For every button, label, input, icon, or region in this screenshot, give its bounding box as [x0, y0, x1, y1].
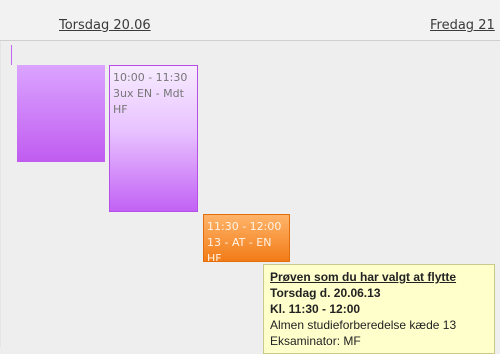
event-department: HF	[113, 103, 128, 116]
event-time: 10:00 - 11:30	[113, 71, 188, 84]
day-header-thursday[interactable]: Torsdag 20.06	[59, 18, 151, 33]
day-header-friday[interactable]: Fredag 21	[430, 18, 495, 33]
event-tooltip: Prøven som du har valgt at flytte Torsda…	[263, 264, 495, 354]
tooltip-date: Torsdag d. 20.06.13	[270, 286, 381, 300]
tooltip-time: Kl. 11:30 - 12:00	[270, 302, 361, 316]
time-marker	[11, 45, 12, 65]
column-divider	[0, 41, 1, 347]
calendar-event-exam-1000[interactable]: 10:00 - 11:30 3ux EN - Mdt HF	[109, 65, 198, 212]
calendar-header: Torsdag 20.06 Fredag 21	[0, 0, 500, 41]
event-subject: 13 - AT - EN	[207, 236, 272, 249]
event-time: 11:30 - 12:00	[207, 220, 282, 233]
event-subject: 3ux EN - Mdt	[113, 87, 184, 100]
tooltip-title: Prøven som du har valgt at flytte	[270, 270, 457, 284]
event-department: HF	[207, 252, 222, 262]
calendar-event-purple[interactable]	[17, 65, 105, 162]
tooltip-subject: Almen studieforberedelse kæde 13	[270, 318, 457, 332]
calendar-event-exam-1130[interactable]: 11:30 - 12:00 13 - AT - EN HF	[203, 214, 290, 262]
